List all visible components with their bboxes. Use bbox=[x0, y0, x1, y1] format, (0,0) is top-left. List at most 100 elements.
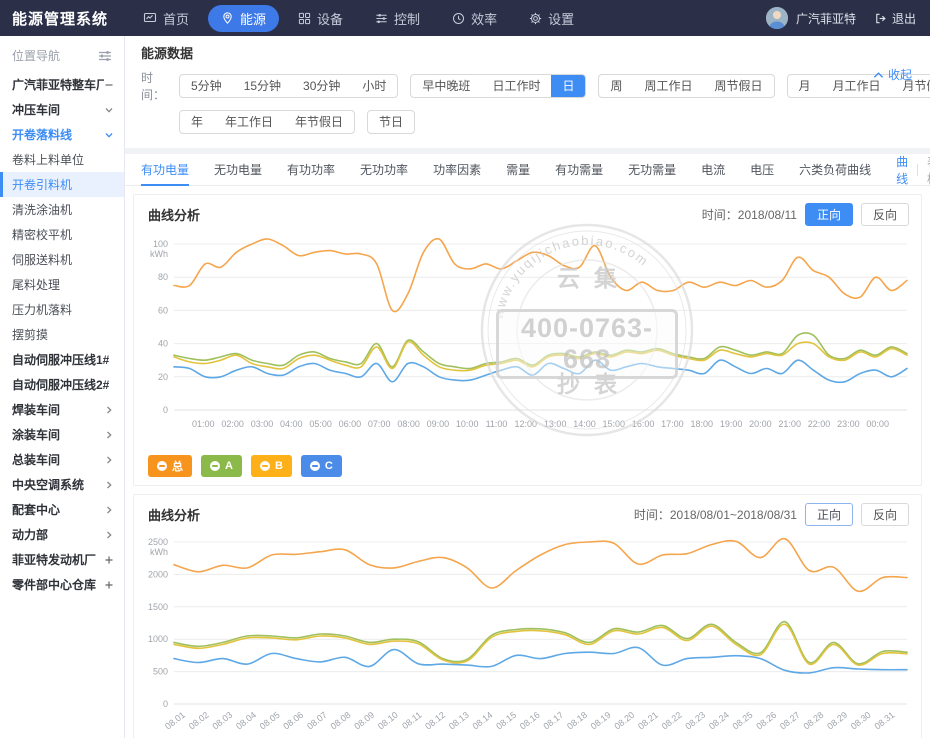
filter-option[interactable]: 周 bbox=[599, 75, 633, 97]
forward-button[interactable]: 正向 bbox=[805, 503, 853, 526]
tab-5[interactable]: 需量 bbox=[506, 154, 530, 186]
view-mode-curve[interactable]: 曲线 bbox=[896, 153, 908, 187]
sidebar-item-label: 摆剪摸 bbox=[12, 326, 48, 343]
chart2-plot: 05001000150020002500kWh08.0108.0208.0308… bbox=[134, 528, 921, 738]
tab-4[interactable]: 功率因素 bbox=[433, 154, 481, 186]
tab-1[interactable]: 无功电量 bbox=[214, 154, 262, 186]
sliders-icon bbox=[375, 12, 388, 25]
svg-text:2500: 2500 bbox=[148, 537, 168, 547]
tab-7[interactable]: 无功需量 bbox=[628, 154, 676, 186]
legend-badge-总[interactable]: 总 bbox=[148, 455, 192, 477]
filter-option[interactable]: 节日 bbox=[368, 111, 414, 133]
svg-text:08:00: 08:00 bbox=[397, 419, 420, 429]
legend-badge-C[interactable]: C bbox=[301, 455, 342, 477]
logout-label: 退出 bbox=[892, 10, 916, 27]
chart1-time-label: 时间：2018/08/11 bbox=[702, 206, 797, 223]
sidebar-item-7[interactable]: 伺服送料机 bbox=[0, 247, 124, 272]
logout-button[interactable]: 退出 bbox=[874, 10, 916, 27]
app-title: 能源管理系统 bbox=[0, 8, 130, 29]
tab-8[interactable]: 电流 bbox=[701, 154, 725, 186]
svg-text:kWh: kWh bbox=[150, 547, 168, 557]
legend-badge-B[interactable]: B bbox=[251, 455, 292, 477]
collapse-link[interactable]: 收起 bbox=[873, 66, 912, 83]
chevron-right-icon bbox=[104, 505, 114, 515]
avatar[interactable] bbox=[766, 7, 788, 29]
nav-item-control[interactable]: 控制 bbox=[362, 5, 433, 32]
legend-label: B bbox=[275, 460, 283, 472]
chevron-right-icon bbox=[104, 430, 114, 440]
sidebar-item-20[interactable]: 零件部中心仓库 bbox=[0, 572, 124, 597]
sidebar-item-9[interactable]: 压力机落料 bbox=[0, 297, 124, 322]
series-line-总 bbox=[174, 539, 907, 592]
filter-option[interactable]: 5分钟 bbox=[180, 75, 233, 97]
tab-3[interactable]: 无功功率 bbox=[360, 154, 408, 186]
filter-option[interactable]: 年工作日 bbox=[214, 111, 284, 133]
svg-text:08.14: 08.14 bbox=[471, 710, 495, 732]
filter-row1-group-2: 周周工作日周节假日 bbox=[598, 74, 774, 98]
legend-badge-A[interactable]: A bbox=[201, 455, 242, 477]
reverse-button[interactable]: 反向 bbox=[861, 203, 909, 226]
sidebar-item-12[interactable]: 自动伺服冲压线2# bbox=[0, 372, 124, 397]
svg-text:08.16: 08.16 bbox=[518, 710, 542, 732]
sidebar-item-8[interactable]: 尾料处理 bbox=[0, 272, 124, 297]
chart1-plot: 020406080100kWh01:0002:0003:0004:0005:00… bbox=[134, 228, 921, 453]
filter-option[interactable]: 30分钟 bbox=[292, 75, 351, 97]
tab-0[interactable]: 有功电量 bbox=[141, 154, 189, 186]
sidebar-item-19[interactable]: 菲亚特发动机厂 bbox=[0, 547, 124, 572]
sidebar-item-3[interactable]: 卷料上料单位 bbox=[0, 147, 124, 172]
sidebar-item-10[interactable]: 摆剪摸 bbox=[0, 322, 124, 347]
sidebar-item-13[interactable]: 焊装车间 bbox=[0, 397, 124, 422]
sidebar-item-16[interactable]: 中央空调系统 bbox=[0, 472, 124, 497]
svg-text:08.21: 08.21 bbox=[636, 710, 660, 732]
filter-option[interactable]: 15分钟 bbox=[233, 75, 292, 97]
svg-text:08.12: 08.12 bbox=[423, 710, 447, 732]
filter-option[interactable]: 周节假日 bbox=[704, 75, 774, 97]
sidebar-item-15[interactable]: 总装车间 bbox=[0, 447, 124, 472]
filter-option[interactable]: 早中晚班 bbox=[411, 75, 481, 97]
sidebar-item-label: 零件部中心仓库 bbox=[12, 576, 96, 593]
nav-item-settings[interactable]: 设置 bbox=[516, 5, 587, 32]
sidebar-item-11[interactable]: 自动伺服冲压线1# bbox=[0, 347, 124, 372]
forward-button[interactable]: 正向 bbox=[805, 203, 853, 226]
filter-option[interactable]: 月 bbox=[788, 75, 822, 97]
filter-option[interactable]: 年 bbox=[180, 111, 214, 133]
sidebar-item-label: 伺服送料机 bbox=[12, 251, 72, 268]
svg-text:15:00: 15:00 bbox=[603, 419, 626, 429]
filter-option[interactable]: 日 bbox=[551, 75, 585, 97]
svg-text:08.20: 08.20 bbox=[612, 710, 636, 732]
sidebar-item-label: 压力机落料 bbox=[12, 301, 72, 318]
sidebar-item-18[interactable]: 动力部 bbox=[0, 522, 124, 547]
filter-option[interactable]: 日工作时 bbox=[481, 75, 551, 97]
nav-item-energy[interactable]: 能源 bbox=[208, 5, 279, 32]
sidebar-item-6[interactable]: 精密校平机 bbox=[0, 222, 124, 247]
svg-text:0: 0 bbox=[163, 699, 168, 709]
tab-9[interactable]: 电压 bbox=[750, 154, 774, 186]
tab-6[interactable]: 有功需量 bbox=[555, 154, 603, 186]
metric-tabs: 有功电量无功电量有功功率无功功率功率因素需量有功需量无功需量电流电压六类负荷曲线… bbox=[125, 154, 930, 186]
legend-label: 总 bbox=[172, 458, 183, 474]
sidebar-item-4[interactable]: 开卷引料机 bbox=[0, 172, 124, 197]
sidebar-item-0[interactable]: 广汽菲亚特整车厂 bbox=[0, 72, 124, 97]
filter-option[interactable]: 小时 bbox=[351, 75, 397, 97]
reverse-button[interactable]: 反向 bbox=[861, 503, 909, 526]
topbar: 能源管理系统 首页能源设备控制效率设置 广汽菲亚特 退出 bbox=[0, 0, 930, 36]
sidebar-item-2[interactable]: 开卷落料线 bbox=[0, 122, 124, 147]
sidebar-item-14[interactable]: 涂装车间 bbox=[0, 422, 124, 447]
filter-option[interactable]: 周工作日 bbox=[633, 75, 703, 97]
sidebar-item-17[interactable]: 配套中心 bbox=[0, 497, 124, 522]
sidebar-item-label: 焊装车间 bbox=[12, 401, 60, 418]
legend-label: C bbox=[325, 460, 333, 472]
nav-item-efficiency[interactable]: 效率 bbox=[439, 5, 510, 32]
chart1-header: 曲线分析 时间：2018/08/11 正向 反向 bbox=[134, 195, 921, 228]
minus-icon bbox=[104, 80, 114, 90]
filter-option[interactable]: 年节假日 bbox=[284, 111, 354, 133]
sidebar: 位置导航 广汽菲亚特整车厂冲压车间开卷落料线卷料上料单位开卷引料机清洗涂油机精密… bbox=[0, 36, 125, 738]
sidebar-item-5[interactable]: 清洗涂油机 bbox=[0, 197, 124, 222]
nav-item-device[interactable]: 设备 bbox=[285, 5, 356, 32]
sidebar-item-1[interactable]: 冲压车间 bbox=[0, 97, 124, 122]
nav-item-home[interactable]: 首页 bbox=[130, 5, 202, 32]
tab-2[interactable]: 有功功率 bbox=[287, 154, 335, 186]
filter-sliders-icon[interactable] bbox=[98, 50, 112, 62]
user-name[interactable]: 广汽菲亚特 bbox=[796, 10, 856, 27]
tab-10[interactable]: 六类负荷曲线 bbox=[799, 154, 871, 186]
